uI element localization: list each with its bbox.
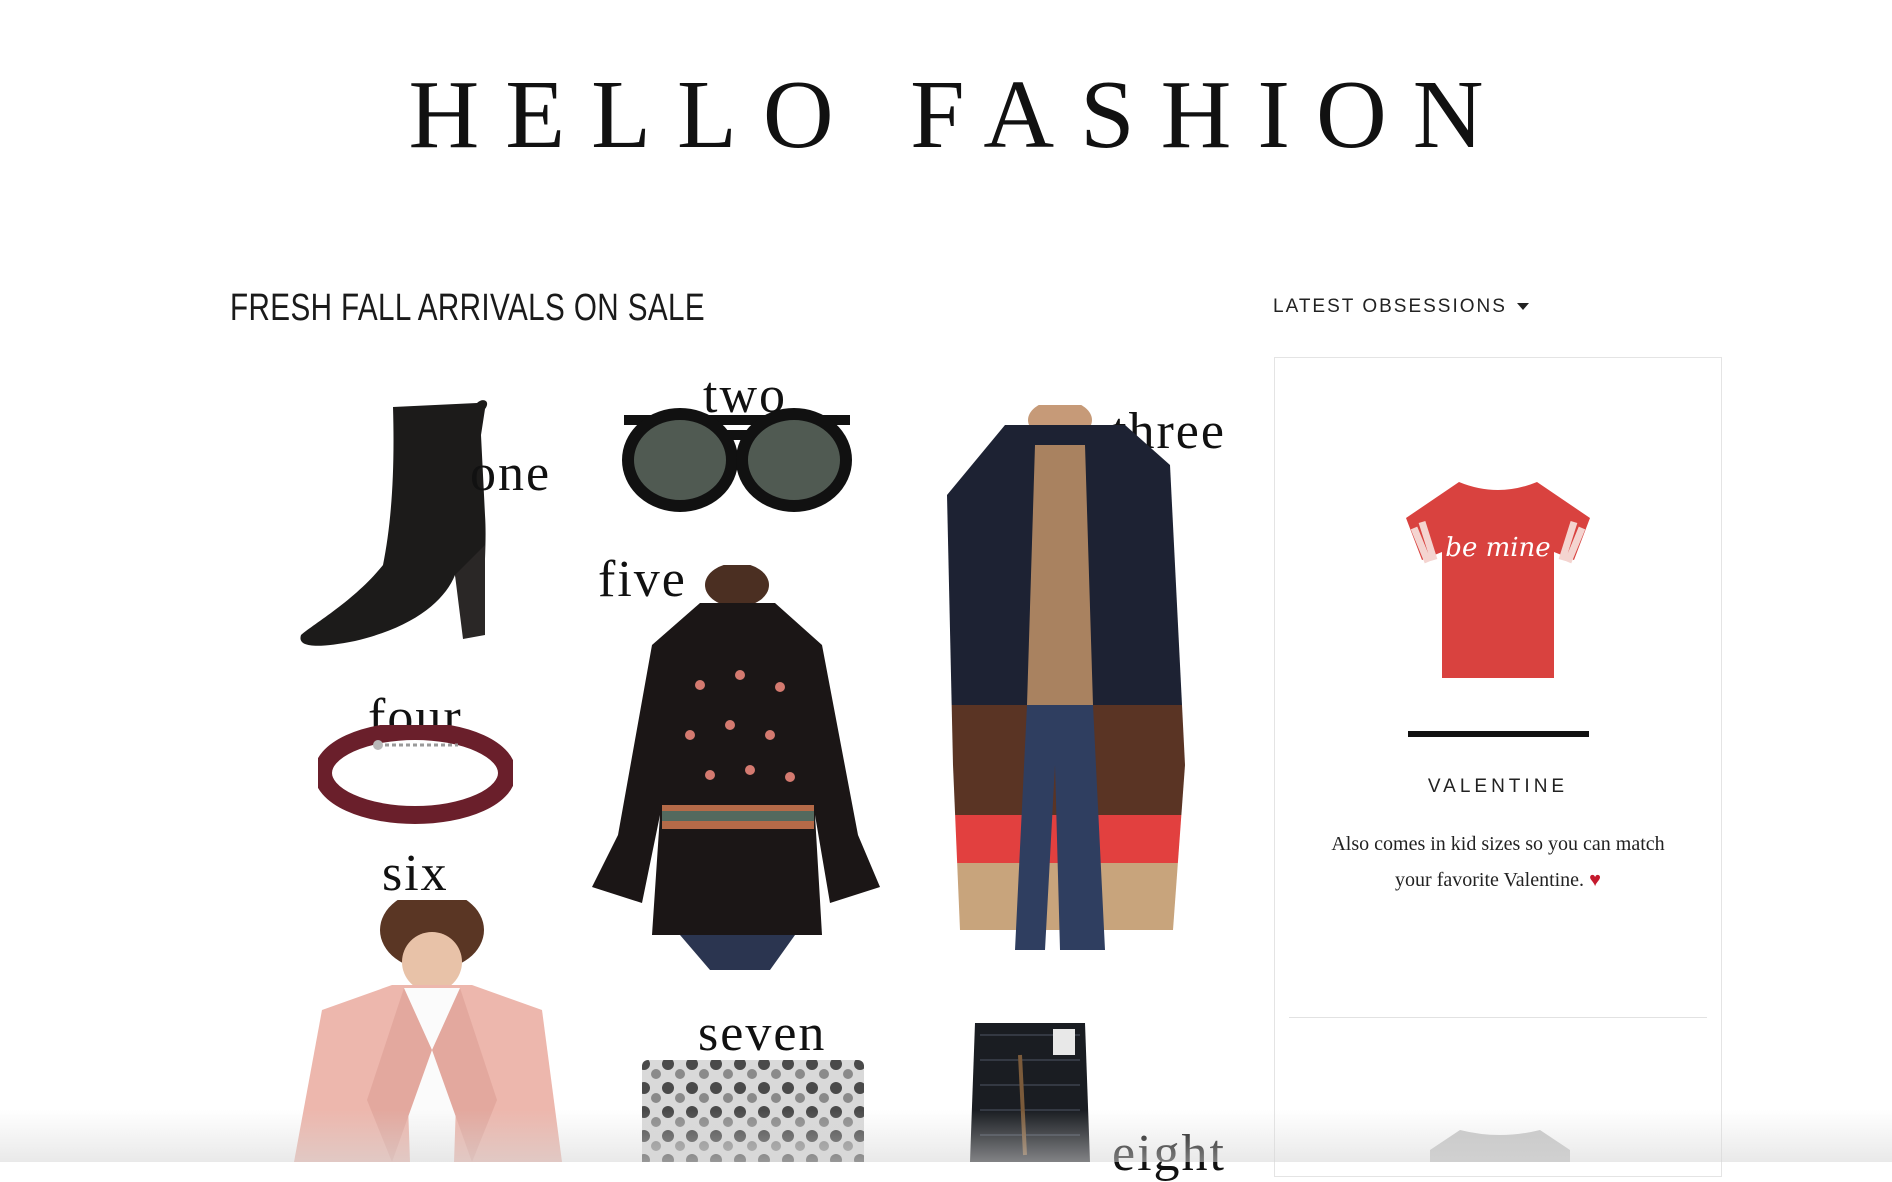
boot-product-image[interactable] (295, 395, 495, 655)
embroidered-blouse-product-image[interactable] (590, 565, 880, 970)
be-mine-tee-image[interactable]: be mine (1404, 480, 1592, 680)
label-one: one (470, 445, 552, 502)
label-six: six (382, 845, 449, 902)
latest-obsessions-label: LATEST OBSESSIONS (1273, 296, 1507, 317)
label-seven: seven (698, 1005, 827, 1062)
bottom-fade (0, 1110, 1892, 1162)
obsession-item-description: Also comes in kid sizes so you can match… (1324, 826, 1672, 898)
obsession-item-title[interactable]: VALENTINE (1274, 776, 1722, 798)
caret-down-icon (1516, 303, 1529, 311)
choker-product-image[interactable] (318, 725, 513, 825)
sidebar-divider (1289, 1017, 1707, 1018)
striped-coat-product-image[interactable] (935, 405, 1195, 950)
sunglasses-product-image[interactable] (622, 400, 852, 515)
item-divider-bar (1408, 731, 1589, 737)
latest-obsessions-menu[interactable]: LATEST OBSESSIONS (1273, 296, 1529, 318)
site-logo[interactable]: HELLO FASHION (0, 66, 1892, 164)
be-mine-shirt-text: be mine (1445, 533, 1550, 563)
obsession-description-text: Also comes in kid sizes so you can match… (1331, 833, 1665, 891)
post-title[interactable]: FRESH FALL ARRIVALS ON SALE (230, 287, 705, 330)
heart-icon: ♥ (1589, 869, 1601, 891)
